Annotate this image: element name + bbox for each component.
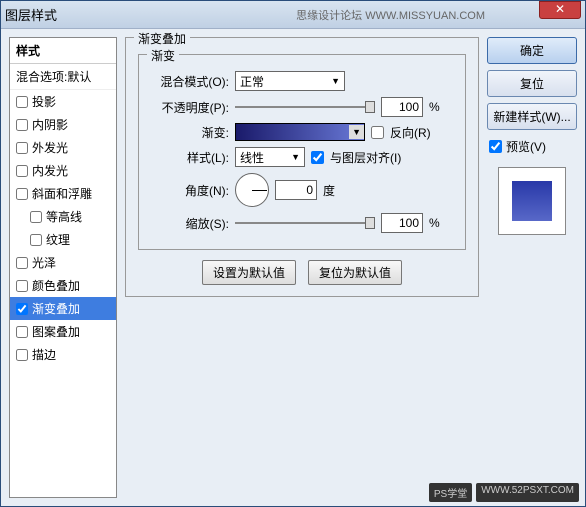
style-checkbox[interactable] bbox=[16, 303, 28, 315]
styles-header[interactable]: 样式 bbox=[10, 38, 116, 64]
style-item[interactable]: 内阴影 bbox=[10, 113, 116, 136]
main-settings-panel: 渐变叠加 渐变 混合模式(O): 正常▼ 不透明度(P): % bbox=[125, 37, 479, 498]
styles-list: 投影内阴影外发光内发光斜面和浮雕等高线纹理光泽颜色叠加渐变叠加图案叠加描边 bbox=[10, 90, 116, 366]
blend-mode-label: 混合模式(O): bbox=[151, 73, 229, 90]
style-item-label: 渐变叠加 bbox=[32, 300, 80, 317]
style-item-label: 描边 bbox=[32, 346, 56, 363]
scale-slider[interactable] bbox=[235, 215, 375, 231]
set-default-button[interactable]: 设置为默认值 bbox=[202, 260, 296, 285]
fieldset-title: 渐变叠加 bbox=[134, 30, 190, 47]
style-label: 样式(L): bbox=[151, 149, 229, 166]
watermark: PS学堂 WWW.52PSXT.COM bbox=[429, 483, 579, 502]
cancel-button[interactable]: 复位 bbox=[487, 70, 577, 97]
style-item[interactable]: 光泽 bbox=[10, 251, 116, 274]
style-item-label: 纹理 bbox=[46, 231, 70, 248]
watermark-b: WWW.52PSXT.COM bbox=[476, 483, 579, 502]
chevron-down-icon: ▼ bbox=[291, 152, 300, 162]
opacity-label: 不透明度(P): bbox=[151, 99, 229, 116]
style-item[interactable]: 等高线 bbox=[10, 205, 116, 228]
style-item[interactable]: 颜色叠加 bbox=[10, 274, 116, 297]
style-item[interactable]: 描边 bbox=[10, 343, 116, 366]
style-item[interactable]: 渐变叠加 bbox=[10, 297, 116, 320]
style-item[interactable]: 投影 bbox=[10, 90, 116, 113]
preview-checkbox[interactable] bbox=[489, 140, 502, 153]
scale-label: 缩放(S): bbox=[151, 215, 229, 232]
preview-swatch bbox=[512, 181, 552, 221]
scale-input[interactable] bbox=[381, 213, 423, 233]
angle-dial[interactable] bbox=[235, 173, 269, 207]
styles-list-panel: 样式 混合选项:默认 投影内阴影外发光内发光斜面和浮雕等高线纹理光泽颜色叠加渐变… bbox=[9, 37, 117, 498]
style-item[interactable]: 内发光 bbox=[10, 159, 116, 182]
style-checkbox[interactable] bbox=[16, 349, 28, 361]
reset-default-button[interactable]: 复位为默认值 bbox=[308, 260, 402, 285]
gradient-label: 渐变: bbox=[151, 124, 229, 141]
style-item[interactable]: 图案叠加 bbox=[10, 320, 116, 343]
style-item-label: 等高线 bbox=[46, 208, 82, 225]
degree-label: 度 bbox=[323, 182, 335, 199]
chevron-down-icon[interactable]: ▼ bbox=[349, 125, 364, 139]
new-style-button[interactable]: 新建样式(W)... bbox=[487, 103, 577, 130]
percent-label-2: % bbox=[429, 216, 440, 230]
style-checkbox[interactable] bbox=[16, 257, 28, 269]
style-item[interactable]: 斜面和浮雕 bbox=[10, 182, 116, 205]
titlebar: 图层样式 思缘设计论坛 WWW.MISSYUAN.COM ✕ bbox=[1, 1, 585, 29]
style-item-label: 图案叠加 bbox=[32, 323, 80, 340]
style-checkbox[interactable] bbox=[16, 165, 28, 177]
style-item-label: 投影 bbox=[32, 93, 56, 110]
preview-label: 预览(V) bbox=[506, 138, 546, 155]
align-label: 与图层对齐(I) bbox=[330, 149, 401, 166]
style-checkbox[interactable] bbox=[16, 280, 28, 292]
style-item-label: 光泽 bbox=[32, 254, 56, 271]
reverse-label: 反向(R) bbox=[390, 124, 431, 141]
style-checkbox[interactable] bbox=[16, 96, 28, 108]
chevron-down-icon: ▼ bbox=[331, 76, 340, 86]
style-item-label: 内发光 bbox=[32, 162, 68, 179]
watermark-a: PS学堂 bbox=[429, 483, 472, 502]
blend-mode-select[interactable]: 正常▼ bbox=[235, 71, 345, 91]
style-select[interactable]: 线性▼ bbox=[235, 147, 305, 167]
style-item-label: 外发光 bbox=[32, 139, 68, 156]
close-button[interactable]: ✕ bbox=[539, 1, 581, 19]
style-item-label: 颜色叠加 bbox=[32, 277, 80, 294]
style-checkbox[interactable] bbox=[30, 234, 42, 246]
style-checkbox[interactable] bbox=[16, 326, 28, 338]
style-checkbox[interactable] bbox=[16, 188, 28, 200]
preview-toggle[interactable]: 预览(V) bbox=[487, 136, 577, 157]
reverse-checkbox[interactable] bbox=[371, 126, 384, 139]
gradient-overlay-fieldset: 渐变叠加 渐变 混合模式(O): 正常▼ 不透明度(P): % bbox=[125, 37, 479, 297]
sub-fieldset-title: 渐变 bbox=[147, 47, 179, 64]
ok-button[interactable]: 确定 bbox=[487, 37, 577, 64]
layer-style-dialog: 图层样式 思缘设计论坛 WWW.MISSYUAN.COM ✕ 样式 混合选项:默… bbox=[0, 0, 586, 507]
gradient-sub-fieldset: 渐变 混合模式(O): 正常▼ 不透明度(P): % 渐 bbox=[138, 54, 466, 250]
style-checkbox[interactable] bbox=[30, 211, 42, 223]
style-item-label: 内阴影 bbox=[32, 116, 68, 133]
window-title: 图层样式 bbox=[5, 5, 57, 24]
right-button-panel: 确定 复位 新建样式(W)... 预览(V) bbox=[487, 37, 577, 498]
style-checkbox[interactable] bbox=[16, 119, 28, 131]
content-area: 样式 混合选项:默认 投影内阴影外发光内发光斜面和浮雕等高线纹理光泽颜色叠加渐变… bbox=[1, 29, 585, 506]
titlebar-credit: 思缘设计论坛 WWW.MISSYUAN.COM bbox=[296, 7, 485, 23]
style-item-label: 斜面和浮雕 bbox=[32, 185, 92, 202]
style-item[interactable]: 纹理 bbox=[10, 228, 116, 251]
style-checkbox[interactable] bbox=[16, 142, 28, 154]
style-item[interactable]: 外发光 bbox=[10, 136, 116, 159]
align-checkbox[interactable] bbox=[311, 151, 324, 164]
gradient-picker[interactable]: ▼ bbox=[235, 123, 365, 141]
opacity-input[interactable] bbox=[381, 97, 423, 117]
preview-box bbox=[498, 167, 566, 235]
opacity-slider[interactable] bbox=[235, 99, 375, 115]
angle-input[interactable] bbox=[275, 180, 317, 200]
angle-label: 角度(N): bbox=[151, 182, 229, 199]
percent-label: % bbox=[429, 100, 440, 114]
blend-options-header[interactable]: 混合选项:默认 bbox=[10, 64, 116, 90]
